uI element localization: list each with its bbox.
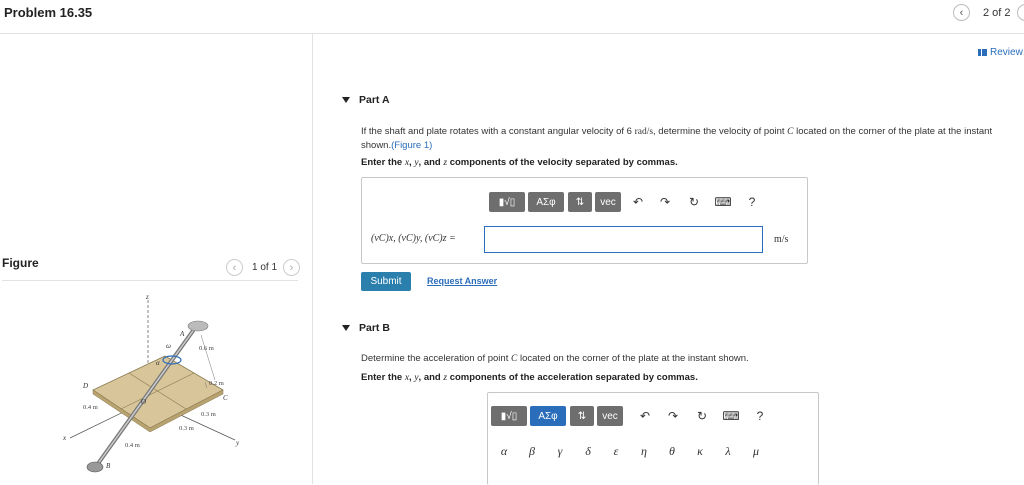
greek-palette: α β γ δ ε η θ κ λ μ	[493, 441, 767, 461]
label-03m-b: 0.3 m	[179, 425, 194, 432]
templates-button[interactable]: ▮√▯	[489, 192, 525, 212]
reset-icon[interactable]: ↻	[694, 406, 710, 426]
chevron-left-icon: ‹	[960, 7, 964, 19]
label-D: D	[82, 382, 88, 390]
vec-button[interactable]: vec	[597, 406, 623, 426]
redo-icon[interactable]: ↷	[665, 406, 681, 426]
label-04m-b: 0.4 m	[125, 442, 140, 449]
keyboard-icon[interactable]: ⌨	[723, 406, 739, 426]
submit-button[interactable]: Submit	[361, 272, 411, 291]
label-O: O	[141, 398, 146, 406]
panel-divider	[312, 34, 313, 484]
bearing-B	[87, 462, 103, 472]
help-icon[interactable]: ?	[744, 192, 760, 212]
label-x: x	[62, 434, 67, 442]
label-C: C	[223, 394, 228, 402]
bearing-A	[188, 321, 208, 331]
label-02m: 0.2 m	[209, 380, 224, 387]
vec-button[interactable]: vec	[595, 192, 621, 212]
keyboard-icon[interactable]: ⌨	[715, 192, 731, 212]
greek-key[interactable]: λ	[717, 441, 739, 461]
request-answer-link[interactable]: Request Answer	[427, 276, 497, 286]
part-b-instruction: Enter the x, y, and z components of the …	[361, 372, 698, 383]
figure-divider	[2, 280, 298, 281]
review-icon	[978, 49, 987, 56]
review-label: Review	[990, 47, 1023, 58]
label-B: B	[106, 462, 111, 470]
undo-icon[interactable]: ↶	[630, 192, 646, 212]
figure-image: z x y ω α A B C D O 0.6 m 0.2 m 0.4 m 0.…	[55, 290, 275, 484]
greek-key[interactable]: β	[521, 441, 543, 461]
label-04m-a: 0.4 m	[83, 404, 98, 411]
dim-line	[201, 335, 215, 380]
part-b-question: Determine the acceleration of point C lo…	[361, 352, 1021, 366]
part-a-title: Part A	[359, 94, 390, 106]
figure-next-button[interactable]: ›	[283, 259, 300, 276]
greek-button[interactable]: AΣφ	[528, 192, 564, 212]
greek-key[interactable]: η	[633, 441, 655, 461]
figure-prev-button[interactable]: ‹	[226, 259, 243, 276]
figure-label: Figure	[2, 256, 39, 270]
figure-link[interactable]: (Figure 1)	[391, 140, 432, 151]
label-alpha: α	[156, 359, 160, 367]
greek-key[interactable]: δ	[577, 441, 599, 461]
greek-key[interactable]: α	[493, 441, 515, 461]
part-a-header[interactable]: Part A	[342, 94, 390, 106]
velocity-unit: m/s	[774, 234, 788, 245]
templates-button[interactable]: ▮√▯	[491, 406, 527, 426]
redo-icon[interactable]: ↷	[657, 192, 673, 212]
undo-icon[interactable]: ↶	[637, 406, 653, 426]
figure-pager: 1 of 1	[252, 262, 277, 273]
page-indicator: 2 of 2	[983, 7, 1011, 19]
greek-key[interactable]: μ	[745, 441, 767, 461]
greek-key[interactable]: κ	[689, 441, 711, 461]
reset-icon[interactable]: ↻	[686, 192, 702, 212]
label-z: z	[145, 293, 149, 301]
part-b-title: Part B	[359, 322, 390, 334]
label-06m: 0.6 m	[199, 345, 214, 352]
collapse-triangle-icon	[342, 325, 350, 331]
chevron-right-icon: ›	[290, 262, 294, 274]
label-y: y	[235, 439, 240, 447]
label-A: A	[179, 330, 185, 338]
chevron-left-icon: ‹	[233, 262, 237, 274]
review-link[interactable]: Review	[978, 47, 1023, 58]
greek-key[interactable]: θ	[661, 441, 683, 461]
help-icon[interactable]: ?	[752, 406, 768, 426]
greek-key[interactable]: γ	[549, 441, 571, 461]
arrows-button[interactable]: ⇅	[568, 192, 592, 212]
velocity-input-label: (vC)x, (vC)y, (vC)z =	[371, 233, 456, 244]
greek-button[interactable]: AΣφ	[530, 406, 566, 426]
collapse-triangle-icon	[342, 97, 350, 103]
arrows-button[interactable]: ⇅	[570, 406, 594, 426]
part-a-instruction: Enter the x, y, and z components of the …	[361, 157, 678, 168]
part-b-header[interactable]: Part B	[342, 322, 390, 334]
label-03m-a: 0.3 m	[201, 411, 216, 418]
velocity-input[interactable]	[484, 226, 763, 253]
top-bar	[0, 0, 1024, 34]
part-a-question: If the shaft and plate rotates with a co…	[361, 125, 1021, 152]
label-omega: ω	[166, 342, 171, 350]
problem-title: Problem 16.35	[4, 5, 92, 20]
greek-key[interactable]: ε	[605, 441, 627, 461]
prev-problem-button[interactable]: ‹	[953, 4, 970, 21]
